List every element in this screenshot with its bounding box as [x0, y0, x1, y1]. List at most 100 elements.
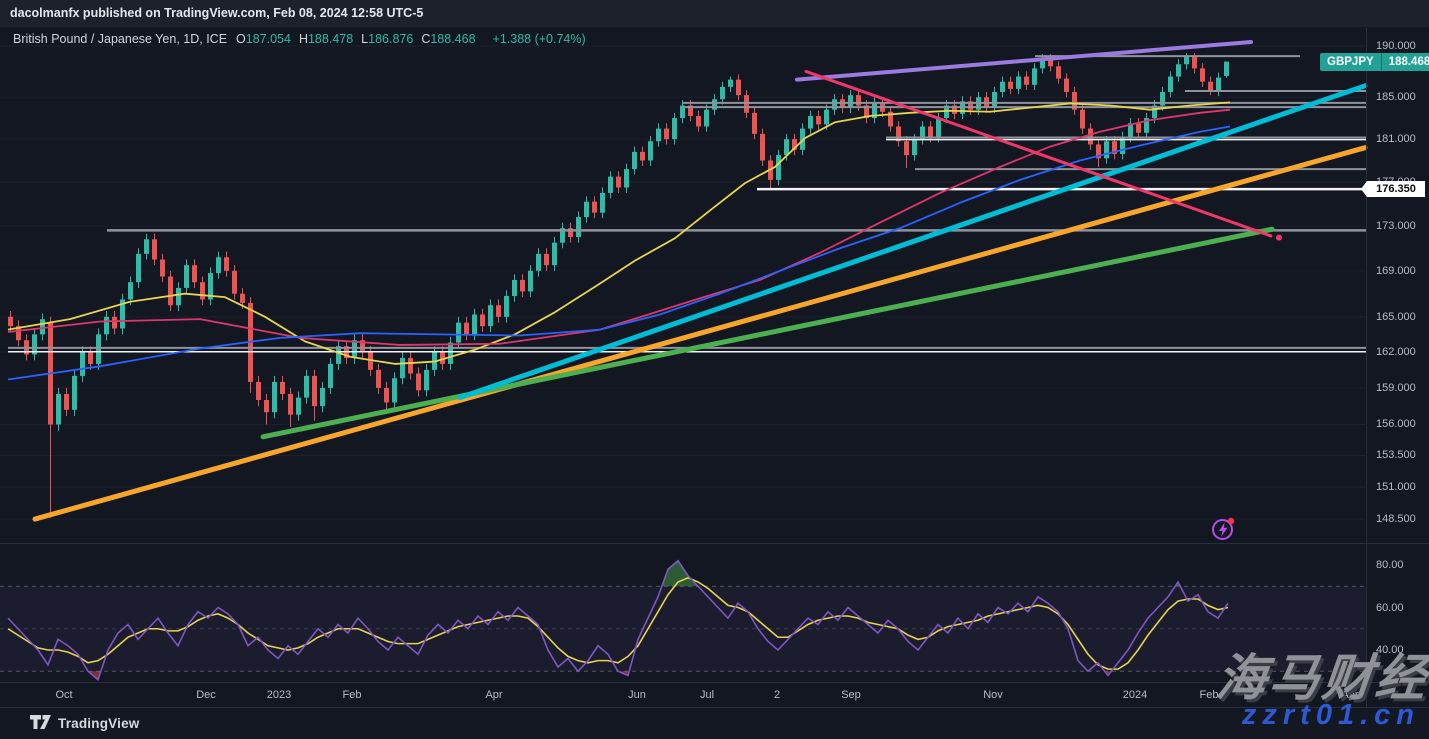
lightning-minds-icon[interactable]: [1210, 516, 1236, 542]
candle: [320, 388, 325, 406]
time-axis-label: 2024: [1123, 689, 1147, 701]
candle: [760, 134, 765, 161]
price-tick: 185.000: [1376, 91, 1416, 103]
candle: [624, 169, 629, 187]
candle: [1008, 82, 1013, 89]
candle: [192, 265, 197, 282]
tradingview-logo-icon[interactable]: [30, 715, 51, 733]
orange-uptrend[interactable]: [35, 148, 1365, 519]
last-price-badge: GBPJPY 188.468: [1320, 53, 1429, 71]
candle: [1016, 77, 1021, 89]
green-uptrend[interactable]: [263, 229, 1272, 437]
candle: [832, 99, 837, 109]
candle: [656, 129, 661, 142]
candle: [328, 364, 333, 388]
candle: [808, 116, 813, 129]
candle: [912, 139, 917, 155]
candle: [184, 265, 189, 288]
candle: [504, 296, 509, 317]
tradingview-brand-text[interactable]: TradingView: [58, 716, 139, 731]
pink-downtrend[interactable]: [806, 71, 1271, 236]
timeaxis-separator: [0, 682, 1429, 683]
candle: [904, 141, 909, 155]
candle: [1200, 68, 1205, 81]
pink-downtrend-dot: [1276, 235, 1282, 241]
pane-separator[interactable]: [0, 543, 1429, 544]
candle: [456, 323, 461, 343]
candle: [608, 177, 613, 193]
cyan-uptrend[interactable]: [460, 86, 1365, 398]
candle: [216, 257, 221, 273]
price-axis[interactable]: 190.000185.000181.000177.000173.000169.0…: [1367, 28, 1429, 707]
price-tick: 165.000: [1376, 311, 1416, 323]
indicator-tick: 80.00: [1376, 559, 1404, 571]
candle: [992, 92, 997, 108]
rsi-pane: [0, 561, 1366, 680]
price-tick: 162.000: [1376, 346, 1416, 358]
candle: [136, 254, 141, 282]
candle: [472, 314, 477, 334]
candle: [72, 376, 77, 410]
candle: [1136, 123, 1141, 132]
candle: [640, 152, 645, 161]
candle: [936, 118, 941, 137]
price-tick: 148.500: [1376, 513, 1416, 525]
time-axis-label: Apr: [485, 689, 502, 701]
candle: [168, 277, 173, 306]
candle: [448, 343, 453, 364]
candle: [392, 378, 397, 402]
badge-price: 188.468: [1382, 53, 1429, 71]
candle: [928, 126, 933, 137]
candle: [1000, 82, 1005, 92]
candle: [848, 95, 853, 107]
price-tick: 156.000: [1376, 418, 1416, 430]
time-axis-label: 2023: [267, 689, 291, 701]
candle: [232, 271, 237, 294]
candle: [720, 87, 725, 99]
candle: [824, 110, 829, 125]
lightning-bolt: [1219, 523, 1228, 538]
candle: [88, 352, 93, 364]
candle: [1056, 66, 1061, 78]
candle: [480, 314, 485, 326]
candle: [376, 370, 381, 388]
candle: [1064, 79, 1069, 92]
candle: [552, 243, 557, 266]
candle: [256, 382, 261, 400]
candle: [1080, 110, 1085, 129]
ma-pink[interactable]: [8, 110, 1230, 345]
ohlc-item: C188.468: [421, 32, 475, 46]
symbol-title[interactable]: British Pound / Japanese Yen, 1D, ICE: [13, 32, 227, 46]
ohlc-item: L186.876: [361, 32, 413, 46]
candle: [312, 376, 317, 406]
candle: [280, 382, 285, 394]
chart-canvas[interactable]: [0, 0, 1429, 739]
time-axis-label: Feb: [343, 689, 362, 701]
time-axis-label: Dec: [196, 689, 216, 701]
price-tick: 151.000: [1376, 481, 1416, 493]
candle: [1032, 68, 1037, 84]
candle: [648, 141, 653, 160]
price-tick: 173.000: [1376, 220, 1416, 232]
symbol-legend[interactable]: British Pound / Japanese Yen, 1D, ICE O1…: [13, 32, 586, 46]
candle: [304, 376, 309, 398]
candle: [728, 80, 733, 87]
candles-layer[interactable]: [8, 53, 1229, 518]
candle: [632, 152, 637, 169]
publish-info-bar: dacolmanfx published on TradingView.com,…: [0, 0, 1429, 27]
candle: [1176, 64, 1181, 76]
candle: [1208, 82, 1213, 91]
candle: [1192, 56, 1197, 68]
candle: [264, 400, 269, 412]
candle: [664, 129, 669, 140]
watermark-url: zzrt01.cn: [1242, 699, 1420, 732]
purple-resistance[interactable]: [797, 42, 1251, 80]
candle: [408, 358, 413, 374]
price-tick: 153.500: [1376, 449, 1416, 461]
candle: [496, 305, 501, 317]
candle: [416, 373, 421, 390]
candle: [744, 95, 749, 113]
price-tick: 190.000: [1376, 40, 1416, 52]
time-axis[interactable]: OctDec2023FebAprJunJul2SepNov2024FebApr: [0, 683, 1366, 707]
price-tick: 169.000: [1376, 265, 1416, 277]
